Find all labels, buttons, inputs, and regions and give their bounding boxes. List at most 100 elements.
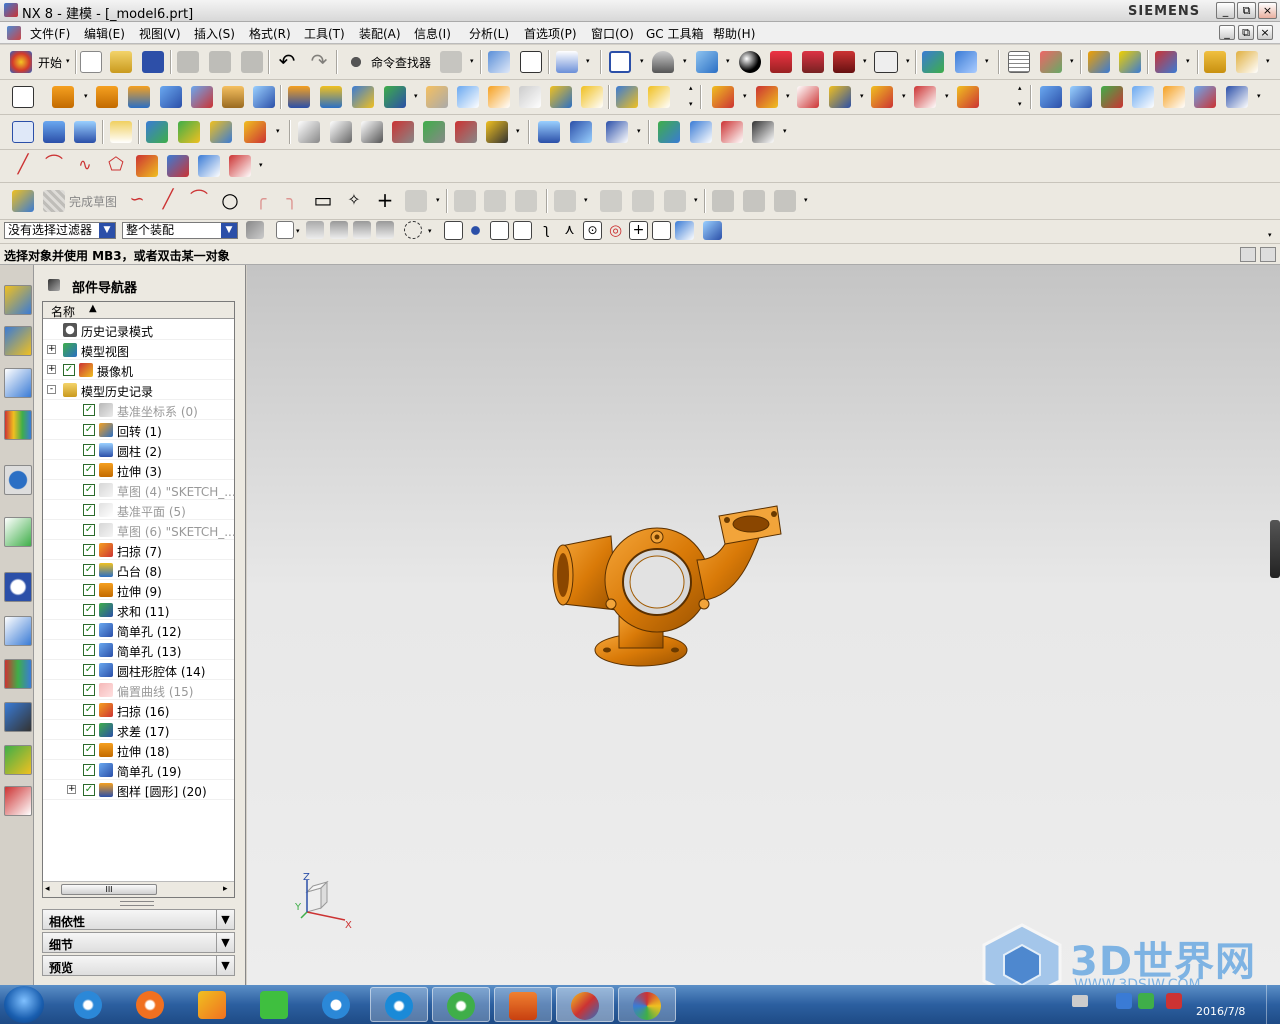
tree-node[interactable]: + ✓ 图样 [圆形] (20) <box>43 780 234 800</box>
command-finder-label[interactable]: 命令查找器 <box>371 54 431 71</box>
grid-icon[interactable] <box>721 121 743 143</box>
tree-node[interactable]: ✓ 简单孔 (12) <box>43 620 234 640</box>
chevron-down-icon[interactable]: ▾ <box>84 93 90 100</box>
tree-node[interactable]: 历史记录模式 <box>43 320 234 340</box>
tree-node[interactable]: ✓ 圆柱形腔体 (14) <box>43 660 234 680</box>
layers-icon[interactable] <box>43 121 65 143</box>
analysis-icon[interactable] <box>1119 51 1141 73</box>
column-header[interactable]: 名称 ▲ <box>43 302 234 319</box>
sync-icon[interactable] <box>455 121 477 143</box>
edit-position-icon[interactable] <box>178 121 200 143</box>
tree-node[interactable]: ✓ 扫掠 (16) <box>43 700 234 720</box>
n-sided-icon[interactable] <box>1163 86 1185 108</box>
layer-settings-icon[interactable] <box>874 51 898 73</box>
arc-icon[interactable]: ⌒ <box>188 190 210 212</box>
offset-icon[interactable] <box>405 190 427 212</box>
constraint-navigator-tab-icon[interactable] <box>4 326 32 356</box>
taskbar-item[interactable] <box>122 987 180 1022</box>
tree-node[interactable]: ✓ 拉伸 (18) <box>43 740 234 760</box>
project-curve-icon[interactable] <box>167 155 189 177</box>
edge-blend-icon[interactable] <box>426 86 448 108</box>
resize-handle[interactable] <box>1270 520 1280 578</box>
expand-icon[interactable]: + <box>47 365 56 374</box>
endpoint-icon[interactable] <box>490 221 509 240</box>
restore-button[interactable]: ⧉ <box>1237 2 1256 19</box>
feature-table-icon[interactable] <box>12 121 34 143</box>
node-checkbox[interactable]: ✓ <box>83 624 95 636</box>
offset-face-icon[interactable] <box>550 86 572 108</box>
midpoint-icon[interactable] <box>513 221 532 240</box>
menu-tools[interactable]: 工具(T) <box>304 25 345 42</box>
tree-node[interactable]: ✓ 求差 (17) <box>43 720 234 740</box>
finish-sketch-label[interactable]: 完成草图 <box>69 193 117 210</box>
chevron-down-icon[interactable]: ▾ <box>906 58 912 65</box>
process-studio-tab-icon[interactable] <box>4 702 32 732</box>
intersection-curve-icon[interactable] <box>198 155 220 177</box>
chevron-down-icon[interactable]: ▾ <box>637 128 643 135</box>
clip-section-icon[interactable] <box>802 51 824 73</box>
block-icon[interactable] <box>160 86 182 108</box>
chevron-down-icon[interactable]: ▾ <box>726 58 732 65</box>
web-browser-tab-icon[interactable] <box>4 517 32 547</box>
scroll-thumb[interactable]: III <box>61 884 157 895</box>
intersection-icon[interactable]: ⋏ <box>560 221 579 240</box>
tree-node[interactable]: ✓ 求和 (11) <box>43 600 234 620</box>
move-feature-icon[interactable] <box>210 121 232 143</box>
note-icon[interactable] <box>110 121 132 143</box>
extrude-icon[interactable] <box>52 86 74 108</box>
scroll-left-icon[interactable]: ◂ <box>45 884 50 894</box>
constraint-icon[interactable] <box>600 190 622 212</box>
taskbar-item[interactable] <box>432 987 490 1022</box>
chevron-down-icon[interactable]: ▾ <box>783 128 789 135</box>
thicken-icon[interactable] <box>581 86 603 108</box>
tray-icon[interactable] <box>1116 993 1132 1009</box>
section-curve-icon[interactable] <box>229 155 251 177</box>
taskbar-item-active[interactable] <box>556 987 614 1022</box>
sort-ascending-icon[interactable]: ▲ <box>89 303 97 314</box>
tree-node[interactable]: ✓ 拉伸 (3) <box>43 460 234 480</box>
chevron-down-icon[interactable]: ▾ <box>470 58 476 65</box>
alternate-solution-icon[interactable] <box>743 190 765 212</box>
menu-view[interactable]: 视图(V) <box>139 25 181 42</box>
emboss-icon[interactable] <box>253 86 275 108</box>
wave-icon[interactable] <box>871 86 893 108</box>
chevron-down-icon[interactable]: ▾ <box>743 93 749 100</box>
section-view-icon[interactable] <box>770 51 792 73</box>
quick-dimension-icon[interactable] <box>554 190 576 212</box>
node-checkbox[interactable]: ✓ <box>83 564 95 576</box>
chevron-down-icon[interactable]: ▾ <box>1018 101 1024 108</box>
collapse-icon[interactable]: - <box>47 385 56 394</box>
studio-spline-icon[interactable]: ✧ <box>343 190 365 212</box>
volume-icon[interactable] <box>1166 993 1182 1009</box>
chevron-down-icon[interactable]: ▾ <box>860 93 866 100</box>
chevron-down-icon[interactable]: ▼ <box>216 933 234 952</box>
history-tab-icon[interactable] <box>4 572 32 602</box>
trim-body-icon[interactable] <box>352 86 374 108</box>
node-checkbox[interactable]: ✓ <box>83 424 95 436</box>
chevron-down-icon[interactable]: ▾ <box>804 197 810 204</box>
redo-icon[interactable]: ↷ <box>308 51 330 73</box>
tree-node[interactable]: ✓ 简单孔 (13) <box>43 640 234 660</box>
chevron-down-icon[interactable]: ▼ <box>216 956 234 975</box>
node-checkbox[interactable]: ✓ <box>83 764 95 776</box>
shell-icon[interactable] <box>519 86 541 108</box>
chevron-down-icon[interactable]: ▾ <box>689 101 695 108</box>
select-body-icon[interactable] <box>353 221 371 239</box>
chevron-down-icon[interactable]: ▾ <box>414 93 420 100</box>
chevron-down-icon[interactable]: ▾ <box>945 93 951 100</box>
node-checkbox[interactable]: ✓ <box>83 524 95 536</box>
mirror-icon[interactable] <box>320 86 342 108</box>
shaded-icon[interactable] <box>696 51 718 73</box>
node-checkbox[interactable]: ✓ <box>83 584 95 596</box>
chevron-down-icon[interactable]: ▼ <box>99 223 115 238</box>
sync-icon[interactable] <box>361 121 383 143</box>
tree-node[interactable]: - 模型历史记录 <box>43 380 234 400</box>
fillet-icon[interactable]: ╭ <box>250 190 272 212</box>
check-geometry-icon[interactable] <box>690 121 712 143</box>
pad-icon[interactable] <box>222 86 244 108</box>
point-icon[interactable]: + <box>374 190 396 212</box>
chevron-down-icon[interactable]: ▾ <box>683 58 689 65</box>
fit-view-icon[interactable] <box>609 51 631 73</box>
draft-icon[interactable] <box>488 86 510 108</box>
auto-constrain-icon[interactable] <box>664 190 686 212</box>
